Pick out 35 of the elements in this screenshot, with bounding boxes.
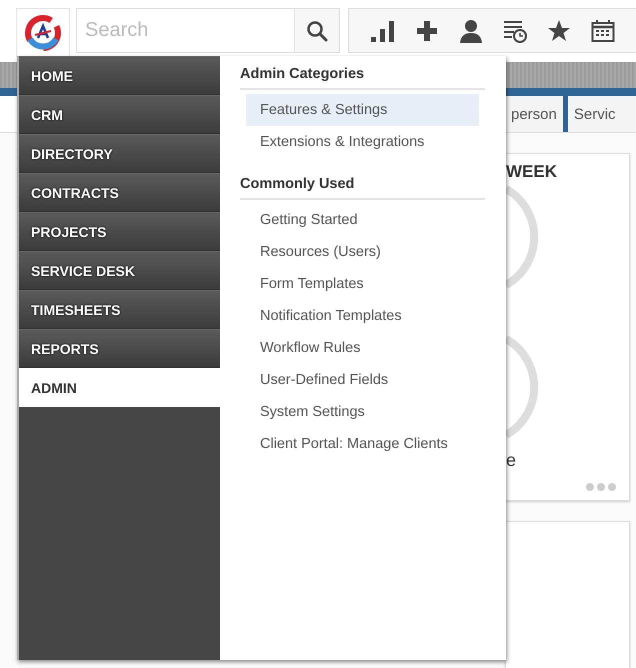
nav-item[interactable]: DIRECTORY — [19, 134, 220, 173]
nav-item[interactable]: SERVICE DESK — [19, 251, 220, 290]
nav-item[interactable]: REPORTS — [19, 329, 220, 368]
menu-link[interactable]: User-Defined Fields — [246, 364, 479, 396]
search-button[interactable] — [294, 8, 340, 53]
nav-item[interactable]: CRM — [19, 95, 220, 134]
section-heading: Admin Categories — [240, 66, 485, 90]
menu-link[interactable]: Client Portal: Manage Clients — [246, 428, 479, 460]
menu-link[interactable]: Getting Started — [246, 204, 479, 236]
nav-item[interactable]: CONTRACTS — [19, 173, 220, 212]
list-clock-icon — [503, 18, 527, 42]
menu-link[interactable]: Resources (Users) — [246, 236, 479, 268]
bar-chart-icon — [370, 18, 396, 42]
tab[interactable]: person — [505, 96, 563, 132]
calendar-icon — [591, 18, 615, 42]
search-field[interactable]: Search — [76, 8, 294, 53]
widget-title: WEEK — [506, 162, 557, 182]
star-icon — [547, 18, 571, 42]
nav-item[interactable]: TIMESHEETS — [19, 290, 220, 329]
widget-label: e — [506, 450, 516, 471]
nav-item[interactable]: ADMIN — [19, 368, 220, 407]
section-heading: Commonly Used — [240, 176, 485, 200]
search-icon — [306, 20, 328, 42]
menu-link[interactable]: Features & Settings — [246, 94, 479, 126]
tab[interactable]: Servic — [562, 96, 636, 132]
menu-link[interactable]: Extensions & Integrations — [246, 126, 479, 158]
person-icon — [459, 18, 483, 42]
menu-link[interactable]: Workflow Rules — [246, 332, 479, 364]
menu-link[interactable]: System Settings — [246, 396, 479, 428]
logo-icon[interactable] — [23, 13, 63, 53]
nav-item[interactable]: PROJECTS — [19, 212, 220, 251]
menu-link[interactable]: Form Templates — [246, 268, 479, 300]
nav-item[interactable]: HOME — [19, 56, 220, 95]
plus-icon — [416, 20, 438, 42]
menu-link[interactable]: Notification Templates — [246, 300, 479, 332]
